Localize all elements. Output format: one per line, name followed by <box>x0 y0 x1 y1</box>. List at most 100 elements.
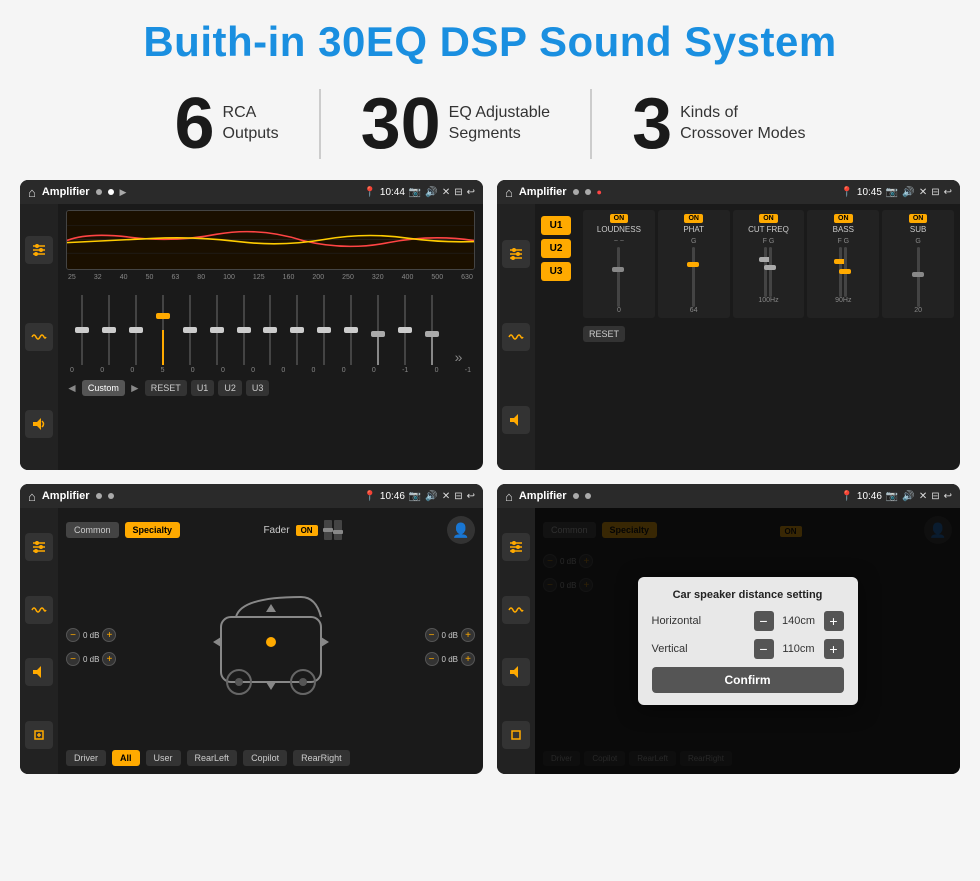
fader-wave-btn[interactable] <box>25 596 53 624</box>
eq-slider-1[interactable] <box>97 285 122 365</box>
vol-plus-rr[interactable]: + <box>461 652 475 666</box>
eq-slider-10[interactable] <box>339 285 364 365</box>
eq-slider-13[interactable] <box>419 285 444 365</box>
horizontal-plus-button[interactable]: + <box>824 611 844 631</box>
crossover-reset-button[interactable]: RESET <box>583 326 625 342</box>
distance-min-icon[interactable]: ⊟ <box>931 491 939 502</box>
eq-filter-btn[interactable] <box>25 236 53 264</box>
vol-minus-fl[interactable]: − <box>66 628 80 642</box>
fader-slider-1[interactable] <box>324 520 332 540</box>
distance-home-icon[interactable]: ⌂ <box>505 489 513 504</box>
distance-main: Common Specialty ON 👤 − 0 dB + <box>535 508 960 774</box>
loudness-slider[interactable] <box>617 247 620 307</box>
rearright-button[interactable]: RearRight <box>293 750 350 766</box>
vol-minus-rr[interactable]: − <box>425 652 439 666</box>
driver-button[interactable]: Driver <box>66 750 106 766</box>
close-icon[interactable]: ✕ <box>442 187 450 198</box>
vol-minus-fr[interactable]: − <box>425 628 439 642</box>
crossover-home-icon[interactable]: ⌂ <box>505 185 513 200</box>
eq-wave-btn[interactable] <box>25 323 53 351</box>
eq-slider-6[interactable] <box>231 285 256 365</box>
bass-slider-g[interactable] <box>844 247 847 297</box>
u3-button[interactable]: U3 <box>541 262 571 281</box>
crossover-filter-btn[interactable] <box>502 240 530 268</box>
col-phat: ON PHAT G 64 <box>658 210 730 318</box>
eq-u3-button[interactable]: U3 <box>246 380 270 396</box>
common-mode-button[interactable]: Common <box>66 522 119 538</box>
back-icon[interactable]: ↩ <box>467 187 475 198</box>
vol-minus-rl[interactable]: − <box>66 652 80 666</box>
fader-content: Common Specialty Fader ON <box>20 508 483 774</box>
horizontal-minus-button[interactable]: − <box>754 611 774 631</box>
eq-slider-7[interactable] <box>258 285 283 365</box>
rearleft-button[interactable]: RearLeft <box>187 750 238 766</box>
crossover-vol-btn[interactable] <box>502 406 530 434</box>
home-icon[interactable]: ⌂ <box>28 185 36 200</box>
eq-prev-button[interactable]: ◄ <box>66 381 78 395</box>
cutfreq-slider-f[interactable] <box>764 247 767 297</box>
page-title: Buith-in 30EQ DSP Sound System <box>143 18 836 66</box>
fader-filter-btn[interactable] <box>25 533 53 561</box>
vol-plus-fl[interactable]: + <box>102 628 116 642</box>
minimize-icon[interactable]: ⊟ <box>454 187 462 198</box>
fader-vol-btn[interactable] <box>25 658 53 686</box>
crossover-wave-btn[interactable] <box>502 323 530 351</box>
eq-volume-btn[interactable] <box>25 410 53 438</box>
fader-on-badge[interactable]: ON <box>296 525 318 536</box>
distance-back-icon[interactable]: ↩ <box>944 491 952 502</box>
fader-back-icon[interactable]: ↩ <box>467 491 475 502</box>
fader-home-icon[interactable]: ⌂ <box>28 489 36 504</box>
fader-profile-icon[interactable]: 👤 <box>447 516 475 544</box>
eq-slider-5[interactable] <box>204 285 229 365</box>
eq-u2-button[interactable]: U2 <box>218 380 242 396</box>
eq-u1-button[interactable]: U1 <box>191 380 215 396</box>
phat-on[interactable]: ON <box>684 214 703 223</box>
eq-slider-8[interactable] <box>285 285 310 365</box>
crossover-back-icon[interactable]: ↩ <box>944 187 952 198</box>
vol-plus-fr[interactable]: + <box>461 628 475 642</box>
crossover-min-icon[interactable]: ⊟ <box>931 187 939 198</box>
eq-slider-2[interactable] <box>124 285 149 365</box>
fader-min-icon[interactable]: ⊟ <box>454 491 462 502</box>
fader-expand-btn[interactable] <box>25 721 53 749</box>
fader-close-icon[interactable]: ✕ <box>442 491 450 502</box>
eq-slider-3[interactable] <box>151 285 176 365</box>
u1-button[interactable]: U1 <box>541 216 571 235</box>
sub-slider[interactable] <box>917 247 920 307</box>
eq-reset-button[interactable]: RESET <box>145 380 187 396</box>
eq-slider-0[interactable] <box>70 285 95 365</box>
u2-button[interactable]: U2 <box>541 239 571 258</box>
bass-on[interactable]: ON <box>834 214 853 223</box>
eq-next-button[interactable]: ► <box>129 381 141 395</box>
vertical-minus-button[interactable]: − <box>754 639 774 659</box>
confirm-button[interactable]: Confirm <box>652 667 844 693</box>
vol-plus-rl[interactable]: + <box>102 652 116 666</box>
crossover-close-icon[interactable]: ✕ <box>919 187 927 198</box>
specialty-mode-button[interactable]: Specialty <box>125 522 181 538</box>
phat-slider[interactable] <box>692 247 695 307</box>
eq-custom-button[interactable]: Custom <box>82 380 125 396</box>
cutfreq-on[interactable]: ON <box>759 214 778 223</box>
sub-on[interactable]: ON <box>909 214 928 223</box>
loudness-on[interactable]: ON <box>610 214 629 223</box>
eq-side-controls <box>20 204 58 470</box>
distance-vol-btn[interactable] <box>502 658 530 686</box>
distance-close-icon[interactable]: ✕ <box>919 491 927 502</box>
eq-slider-4[interactable] <box>177 285 202 365</box>
crossover-screen: ⌂ Amplifier ● 📍 10:45 📷 🔊 ✕ ⊟ ↩ <box>497 180 960 470</box>
copilot-button[interactable]: Copilot <box>243 750 287 766</box>
eq-slider-11[interactable] <box>365 285 390 365</box>
distance-filter-btn[interactable] <box>502 533 530 561</box>
fader-slider-2[interactable] <box>334 520 342 540</box>
eq-slider-9[interactable] <box>312 285 337 365</box>
eq-slider-expand[interactable]: » <box>446 285 471 365</box>
distance-expand-btn[interactable] <box>502 721 530 749</box>
location-icon: 📍 <box>363 187 375 198</box>
cutfreq-slider-g[interactable] <box>769 247 772 297</box>
distance-wave-btn[interactable] <box>502 596 530 624</box>
eq-time: 10:44 <box>380 187 405 198</box>
eq-slider-12[interactable] <box>392 285 417 365</box>
all-button[interactable]: All <box>112 750 140 766</box>
vertical-plus-button[interactable]: + <box>824 639 844 659</box>
user-button[interactable]: User <box>146 750 181 766</box>
